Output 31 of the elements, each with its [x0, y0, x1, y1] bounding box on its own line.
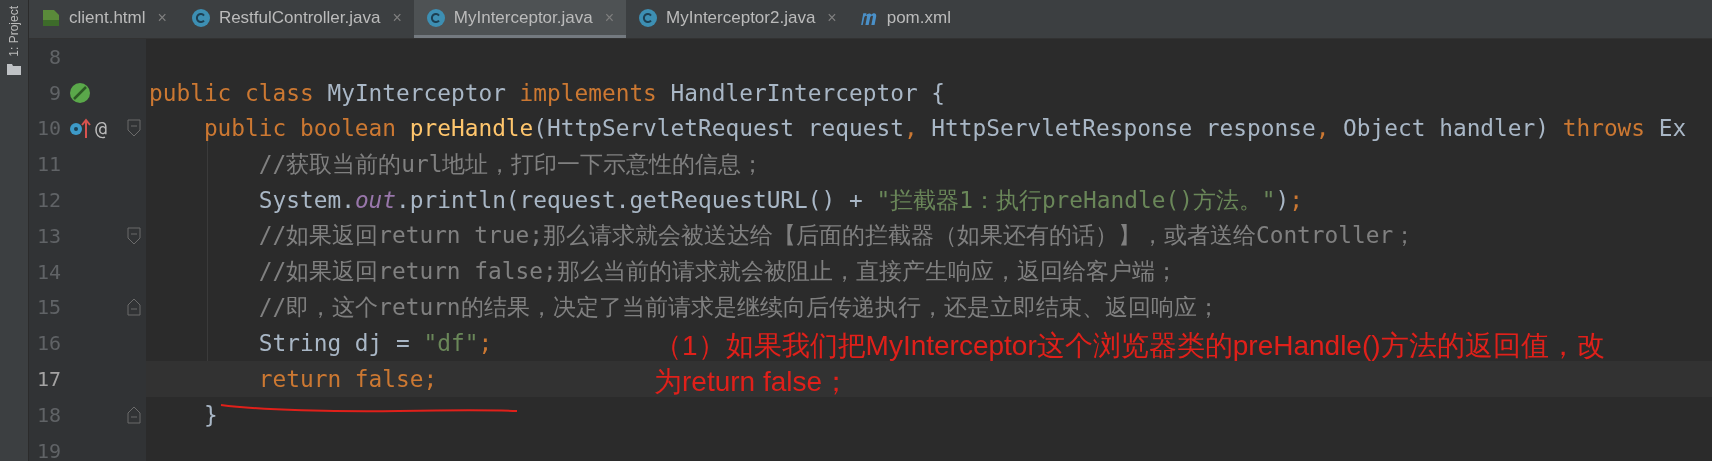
fold-icon[interactable]: [127, 298, 141, 317]
code-line: public class MyInterceptor implements HandlerInterceptor {: [149, 79, 946, 106]
project-tool-button[interactable]: 1: Project: [7, 6, 21, 57]
annotation-icon: @: [95, 116, 108, 141]
editor-tab[interactable]: MyInterceptor2.java ×: [626, 0, 849, 38]
editor-tab[interactable]: client.html ×: [29, 0, 179, 38]
code-line: System.out.println(request.getRequestURL() + "拦截器1：执行preHandle()方法。");: [257, 185, 1304, 215]
class-file-icon: [425, 7, 446, 28]
fold-icon[interactable]: [127, 405, 141, 424]
class-file-icon: [190, 7, 211, 28]
editor-tab[interactable]: pom.xml: [848, 0, 963, 38]
line-number: 17: [35, 367, 61, 392]
html-file-icon: [41, 7, 61, 28]
fold-icon[interactable]: [127, 119, 141, 138]
code-line: //即，这个return的结果，决定了当前请求是继续向后传递执行，还是立即结束、返回响应；: [257, 292, 1220, 322]
maven-file-icon: [860, 10, 879, 25]
class-file-icon: [638, 7, 659, 28]
code-line: }: [202, 401, 218, 428]
implements-icon[interactable]: [69, 117, 91, 140]
code-line: //如果返回return false;那么当前的请求就会被阻止，直接产生响应，返回给客户端；: [257, 257, 1178, 287]
editor-tab[interactable]: RestfulController.java ×: [178, 0, 414, 38]
code-line: //获取当前的url地址，打印一下示意性的信息；: [257, 149, 765, 179]
folder-icon: [7, 62, 21, 75]
code-line: String dj = "df";: [257, 330, 493, 357]
fold-icon[interactable]: [127, 226, 141, 245]
editor-tab[interactable]: MyInterceptor.java ×: [413, 0, 627, 38]
code-line: public boolean preHandle(HttpServletRequest request, HttpServletResponse response, Object handler) throws Ex: [202, 115, 1687, 142]
bean-icon[interactable]: [69, 81, 91, 104]
annotation-text: （1）如果我们把MyInterceptor这个浏览器类的preHandle()方法的返回值，改为return false；: [654, 329, 1606, 399]
code-line: //如果返回return true;那么请求就会被送达给【后面的拦截器（如果还有的话）】，或者送给Controller；: [257, 221, 1417, 251]
code-line: return false;: [257, 366, 438, 393]
